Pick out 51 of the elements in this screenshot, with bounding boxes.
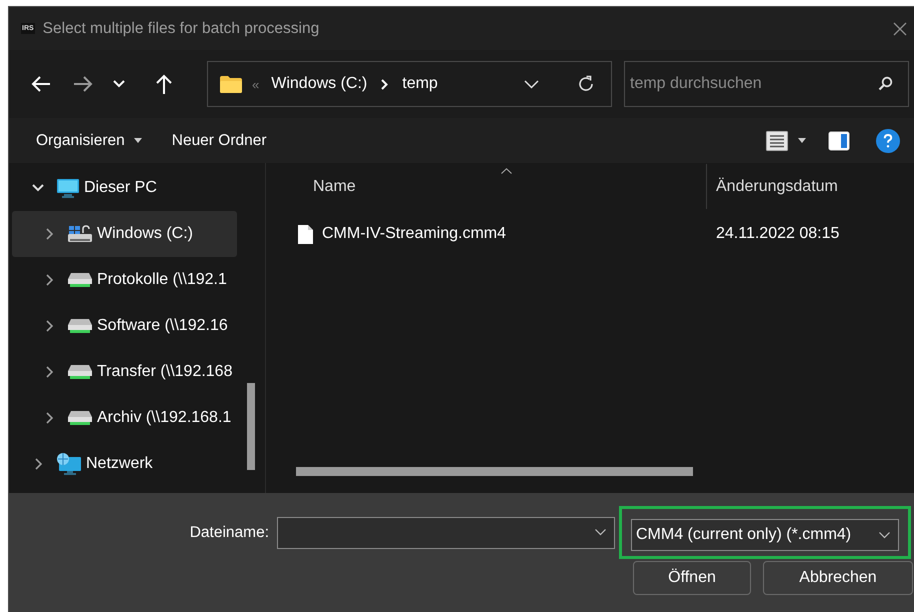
- network-drive-icon: [68, 273, 92, 287]
- sidebar-item[interactable]: Protokolle (\\192.1: [12, 257, 237, 303]
- caret-icon[interactable]: [798, 138, 806, 143]
- sidebar-item[interactable]: Transfer (\\192.168: [12, 349, 237, 395]
- window-title: Select multiple files for batch processing: [42, 20, 320, 38]
- address-bar[interactable]: « Windows (C:) temp: [207, 61, 612, 107]
- sidebar-item[interactable]: Dieser PC: [12, 165, 237, 211]
- network-drive-icon: [68, 319, 92, 333]
- new-folder-button[interactable]: Neuer Ordner: [160, 126, 278, 156]
- chevron-down-icon[interactable]: [524, 80, 539, 88]
- sort-ascending-icon: [501, 168, 512, 174]
- back-icon[interactable]: [31, 75, 51, 93]
- up-arrow-icon[interactable]: [155, 74, 173, 94]
- scrollbar-thumb[interactable]: [247, 383, 255, 470]
- column-header[interactable]: Änderungsdatum: [707, 164, 914, 209]
- sidebar-item[interactable]: Windows (C:): [12, 211, 237, 257]
- list-view-icon[interactable]: [766, 130, 788, 150]
- file-icon: [298, 224, 313, 244]
- column-header[interactable]: Name: [295, 164, 707, 209]
- open-button[interactable]: Öffnen: [633, 561, 751, 595]
- search-icon[interactable]: [878, 76, 893, 91]
- chevron-down-icon[interactable]: [32, 184, 44, 192]
- filename-field[interactable]: [277, 516, 615, 548]
- sidebar-item[interactable]: Archiv (\\192.168.1: [12, 395, 237, 441]
- breadcrumb[interactable]: temp: [402, 75, 438, 93]
- cancel-button[interactable]: Abbrechen: [763, 561, 913, 595]
- scrollbar-thumb[interactable]: [296, 467, 693, 476]
- drive-icon: [68, 225, 92, 243]
- breadcrumb[interactable]: Windows (C:): [271, 75, 368, 93]
- search-field[interactable]: temp durchsuchen: [624, 61, 909, 107]
- sidebar-item[interactable]: Software (\\192.16: [12, 303, 237, 349]
- monitor-icon: [57, 178, 79, 198]
- preview-pane-icon[interactable]: [828, 130, 850, 150]
- close-icon[interactable]: [892, 20, 908, 36]
- overflow-marker[interactable]: «: [252, 76, 260, 92]
- filename-label: Dateiname:: [188, 524, 269, 542]
- network-drive-icon: [68, 365, 92, 379]
- caret-icon[interactable]: [134, 138, 142, 143]
- file-name[interactable]: CMM-IV-Streaming.cmm4: [322, 225, 506, 243]
- chevron-down-icon[interactable]: [595, 529, 606, 536]
- folder-icon: [220, 76, 242, 92]
- chevron-right-icon[interactable]: [381, 78, 388, 90]
- network-drive-icon: [68, 411, 92, 425]
- file-date: 24.11.2022 08:15: [716, 225, 840, 243]
- file-type-dropdown[interactable]: CMM4 (current only) (*.cmm4): [631, 519, 899, 551]
- help-icon[interactable]: [876, 128, 900, 152]
- chevron-down-icon[interactable]: [879, 532, 890, 538]
- sidebar-item[interactable]: Netzwerk: [12, 441, 237, 487]
- organize-menu-button[interactable]: Organisieren: [25, 126, 153, 156]
- network-icon: [57, 453, 81, 475]
- refresh-icon[interactable]: [577, 75, 595, 93]
